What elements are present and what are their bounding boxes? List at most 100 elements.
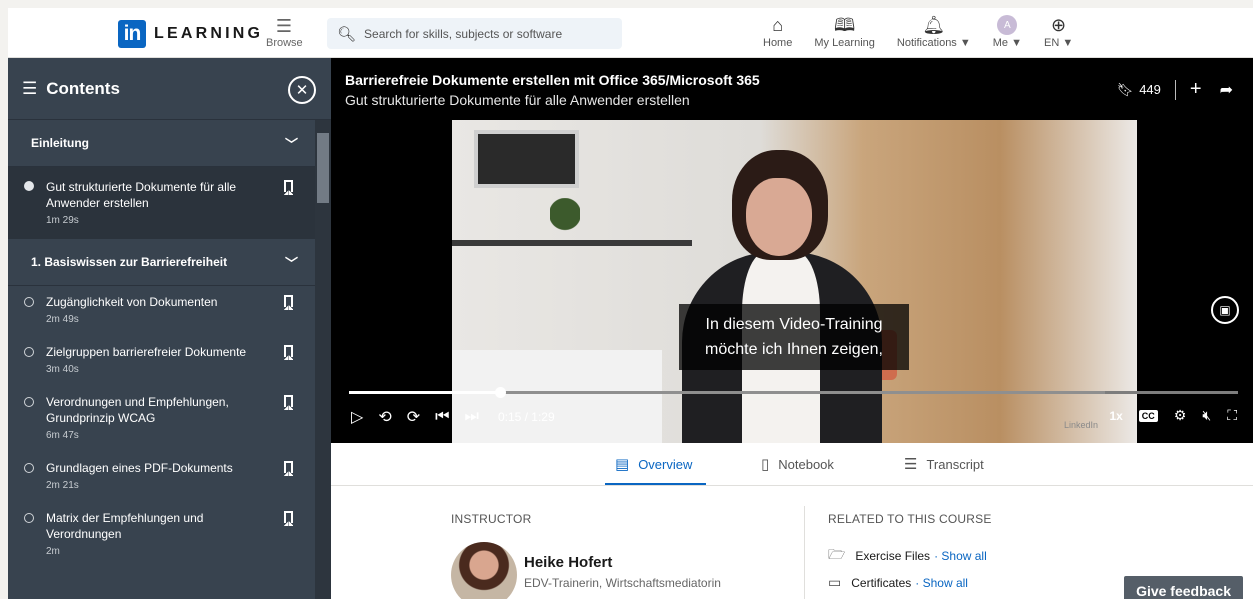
completion-dot-icon: [24, 513, 34, 523]
nav-home-label: Home: [763, 37, 793, 49]
contents-title: Contents: [46, 78, 120, 98]
mute-icon[interactable]: 🔇︎: [1202, 407, 1211, 424]
nav-notifications-label: Notifications ▼: [896, 37, 971, 49]
play-icon[interactable]: ▷: [351, 407, 363, 427]
completion-dot-icon: [24, 181, 34, 191]
bookmark-icon[interactable]: [284, 345, 293, 360]
progress-bar[interactable]: [349, 387, 1238, 398]
tab-transcript[interactable]: ☰ Transcript: [904, 455, 984, 473]
transcript-icon: ☰: [904, 456, 918, 473]
nav-notifications[interactable]: 🔔︎ Notifications ▼: [897, 13, 971, 49]
certificates-show-all-link[interactable]: · Show all: [915, 576, 968, 590]
list-item[interactable]: Verordnungen und Empfehlungen, Grundprin…: [8, 386, 315, 452]
list-item[interactable]: Zugänglichkeit von Dokumenten 2m 49s: [8, 286, 315, 336]
forward-10-icon[interactable]: ⟳: [407, 407, 420, 427]
video-player[interactable]: Barrierefreie Dokumente erstellen mit Of…: [331, 58, 1253, 443]
section-header-basiswissen[interactable]: 1. Basiswissen zur Barrierefreiheit ﹀: [8, 239, 315, 286]
rewind-10-icon[interactable]: ⟲: [378, 407, 391, 427]
nav-me[interactable]: A Me ▼: [993, 13, 1022, 49]
save-count: 449: [1139, 82, 1161, 97]
course-tabs: ▤ Overview ▯ Notebook ☰ Transcript: [331, 443, 1253, 486]
add-icon[interactable]: +: [1190, 78, 1202, 101]
globe-icon: ⊕: [1051, 15, 1067, 35]
instructor-name[interactable]: Heike Hofert: [524, 554, 612, 571]
player-controls-right: 1x CC ⚙ 🔇︎ ⛶: [1093, 407, 1237, 424]
time-display: 0:15 / 1:29: [497, 410, 555, 424]
overview-panel: INSTRUCTOR Heike Hofert EDV-Trainerin, W…: [331, 486, 1253, 599]
bookmark-icon[interactable]: [284, 295, 293, 310]
tab-label: Transcript: [926, 456, 984, 472]
picture-in-picture-button[interactable]: ▣: [1211, 296, 1239, 324]
nav-language[interactable]: ⊕ EN ▼: [1044, 13, 1073, 49]
nav-language-label: EN ▼: [1043, 37, 1074, 49]
list-icon: ☰: [22, 78, 38, 98]
video-duration: 2m 21s: [46, 480, 79, 491]
shelf: [452, 240, 692, 246]
close-icon: ✕: [295, 82, 309, 99]
certificate-icon: ▭: [828, 574, 842, 590]
give-feedback-button[interactable]: Give feedback: [1124, 576, 1243, 599]
instructor-label: INSTRUCTOR: [451, 512, 532, 526]
section-title: 1. Basiswissen zur Barrierefreiheit: [31, 255, 228, 269]
nav-home[interactable]: ⌂ Home: [763, 13, 792, 49]
player-controls-left: ▷ ⟲ ⟳ ⏮ ⏭ 0:15 / 1:29: [351, 404, 555, 430]
linkedin-learning-logo[interactable]: in LEARNING: [118, 20, 263, 48]
video-title: Zugänglichkeit von Dokumenten: [46, 295, 218, 309]
overview-icon: ▤: [615, 456, 630, 473]
video-frame: [452, 120, 1137, 443]
video-top-actions: 🔖︎ 449 + ➦: [1117, 78, 1233, 101]
exercise-files-show-all-link[interactable]: · Show all: [934, 549, 987, 563]
video-duration: 3m 40s: [46, 364, 79, 375]
completion-dot-icon: [24, 397, 34, 407]
instructor-avatar[interactable]: [451, 542, 517, 599]
bookmark-icon[interactable]: [284, 511, 293, 526]
video-title: Grundlagen eines PDF-Dokuments: [46, 461, 233, 475]
section-header-einleitung[interactable]: Einleitung ﹀: [8, 120, 315, 167]
bookmark-icon[interactable]: [284, 461, 293, 476]
active-tab-indicator: [605, 483, 706, 485]
completion-dot-icon: [24, 463, 34, 473]
closed-captions-button[interactable]: CC: [1138, 409, 1158, 422]
instructor-in-video: [662, 140, 902, 443]
close-contents-button[interactable]: ✕: [288, 76, 316, 104]
divider: [1174, 79, 1176, 100]
save-icon[interactable]: 🔖︎: [1117, 82, 1134, 98]
tab-notebook[interactable]: ▯ Notebook: [761, 455, 834, 473]
section-title: Einleitung: [31, 136, 89, 150]
video-title: Gut strukturierte Dokumente für alle Anw…: [345, 92, 690, 108]
exercise-files-label: Exercise Files: [855, 549, 931, 563]
tab-overview[interactable]: ▤ Overview: [615, 455, 692, 473]
list-item[interactable]: Gut strukturierte Dokumente für alle Anw…: [8, 167, 315, 239]
bookmark-icon[interactable]: [284, 180, 293, 195]
chevron-down-icon: ﹀: [284, 256, 298, 271]
nav-my-learning[interactable]: 🕮︎ My Learning: [814, 13, 875, 49]
face: [746, 178, 812, 256]
next-icon[interactable]: ⏭: [465, 408, 479, 426]
sidebar-scroll-thumb[interactable]: [317, 133, 329, 203]
speed-button[interactable]: 1x: [1109, 409, 1122, 423]
certificates-row: ▭ Certificates · Show all: [828, 574, 968, 591]
certificates-label: Certificates: [851, 575, 912, 590]
list-item[interactable]: Zielgruppen barrierefreier Dokumente 3m …: [8, 336, 315, 386]
search-icon: 🔍︎: [337, 25, 357, 43]
picture-in-picture-icon: ▣: [1219, 303, 1231, 317]
bell-icon: 🔔︎: [922, 15, 946, 35]
folder-icon: 🗁︎: [828, 546, 846, 562]
video-duration: 1m 29s: [46, 215, 79, 226]
caption-line: möchte ich Ihnen zeigen,: [705, 341, 883, 358]
previous-icon[interactable]: ⏮: [435, 408, 449, 426]
caption-line: In diesem Video-Training: [705, 316, 883, 333]
browse-button[interactable]: ☰ Browse: [266, 15, 303, 49]
video-duration: 2m: [46, 546, 60, 557]
settings-gear-icon[interactable]: ⚙: [1174, 407, 1187, 424]
share-icon[interactable]: ➦: [1220, 80, 1233, 100]
list-item[interactable]: Matrix der Empfehlungen und Verordnungen…: [8, 502, 315, 568]
search-input[interactable]: [364, 26, 605, 41]
search-box[interactable]: 🔍︎: [327, 18, 622, 49]
list-item[interactable]: Grundlagen eines PDF-Dokuments 2m 21s: [8, 452, 315, 502]
avatar: A: [997, 15, 1018, 35]
tab-label: Notebook: [778, 456, 834, 472]
fullscreen-icon[interactable]: ⛶: [1227, 407, 1237, 424]
bookmark-icon[interactable]: [284, 395, 293, 410]
top-nav: in LEARNING ☰ Browse 🔍︎ ⌂ Home 🕮︎ My Lea…: [8, 8, 1253, 58]
